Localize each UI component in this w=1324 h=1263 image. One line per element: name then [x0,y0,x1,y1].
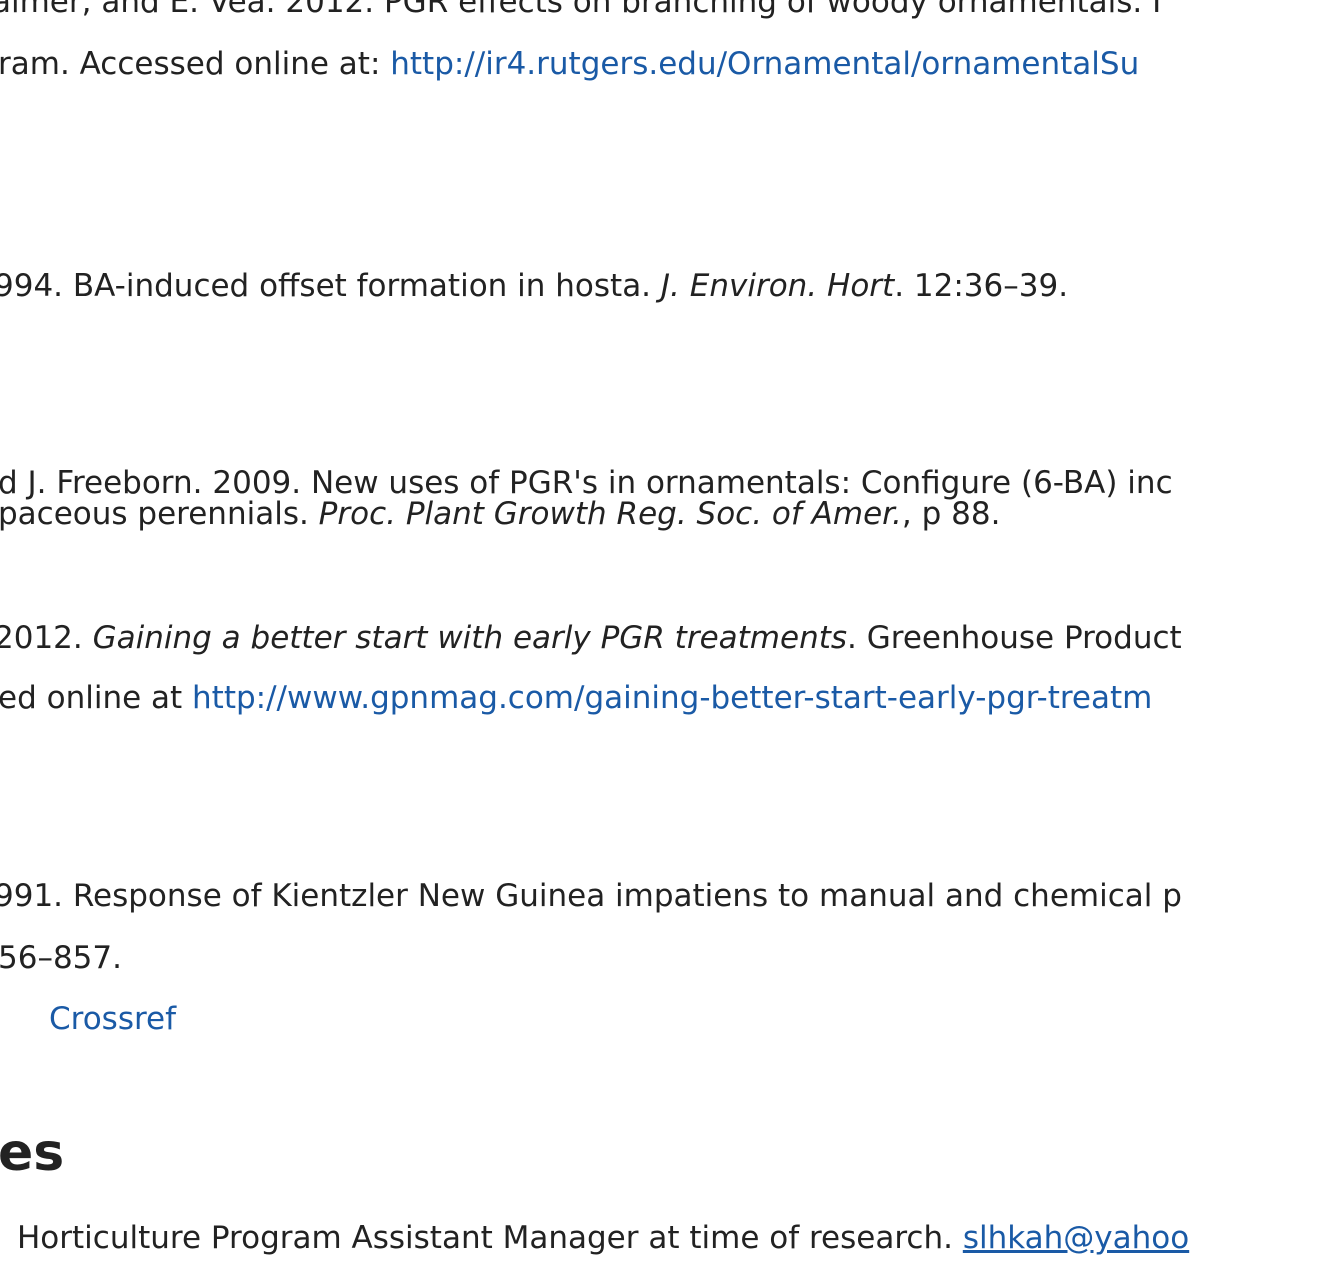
reference-3-page: , p 88. [901,496,1001,532]
reference-5-line-2: 56–857. [0,934,122,983]
author-note-text: Horticulture Program Assistant Manager a… [17,1220,963,1256]
reference-4-url-link[interactable]: http://www.gpnmag.com/gaining-better-sta… [192,680,1152,716]
reference-2: 994. BA-induced offset formation in host… [0,262,1068,311]
reference-1-accessed-text: ram. Accessed online at: [0,46,391,82]
reference-2-text: 994. BA-induced offset formation in host… [0,268,661,304]
reference-4-line-2: ed online at http://www.gpnmag.com/gaini… [0,674,1152,723]
reference-3-text-cont: paceous perennials. [0,496,319,532]
reference-5-text: 991. Response of Kientzler New Guinea im… [0,878,1182,914]
reference-4-publisher: . Greenhouse Product [847,620,1182,656]
author-note: Horticulture Program Assistant Manager a… [17,1214,1189,1263]
reference-1-text: almer, and E. Vea. 2012. PGR effects on … [0,0,1162,20]
reference-1-line-2: ram. Accessed online at: http://ir4.rutg… [0,40,1139,89]
reference-4-line-1: 2012. Gaining a better start with early … [0,614,1182,663]
reference-2-journal: J. Environ. Hort [660,268,895,304]
notes-heading: es [0,1123,65,1183]
reference-4-accessed-text: ed online at [0,680,193,716]
reference-3-line-2: paceous perennials. Proc. Plant Growth R… [0,490,1000,539]
reference-4-year: 2012. [0,620,93,656]
reference-1-line-1: almer, and E. Vea. 2012. PGR effects on … [0,0,1161,27]
reference-2-citation: . 12:36–39. [894,268,1069,304]
reference-5-crossref: Crossref [49,995,176,1044]
reference-3-journal: Proc. Plant Growth Reg. Soc. of Amer. [318,496,902,532]
reference-1-url-link[interactable]: http://ir4.rutgers.edu/Ornamental/orname… [390,46,1139,82]
reference-5-pages: 56–857. [0,940,122,976]
author-email-link[interactable]: slhkah@yahoo [963,1220,1189,1256]
crossref-link[interactable]: Crossref [49,1001,176,1037]
reference-5-line-1: 991. Response of Kientzler New Guinea im… [0,872,1182,921]
reference-4-title: Gaining a better start with early PGR tr… [92,620,848,656]
